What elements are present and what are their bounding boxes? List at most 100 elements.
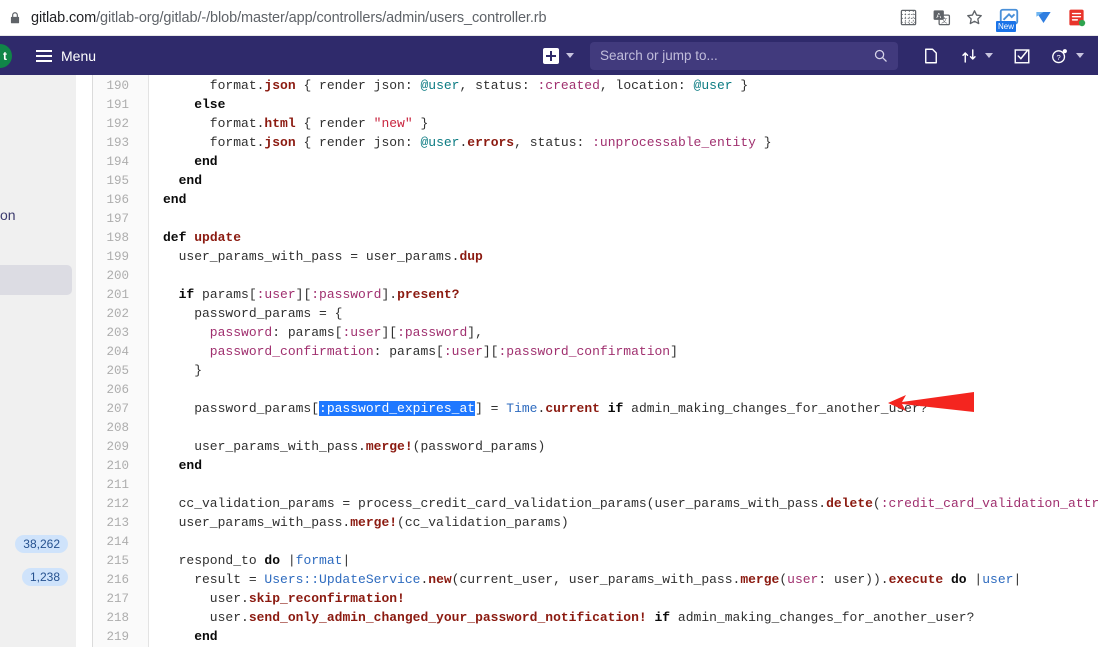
bookmark-star-icon[interactable] bbox=[965, 8, 984, 27]
code-token: end bbox=[163, 629, 218, 644]
gitlab-logo[interactable]: t bbox=[0, 44, 12, 68]
help-chevron-down-icon[interactable] bbox=[1076, 53, 1084, 58]
line-content: cc_validation_params = process_credit_ca… bbox=[141, 494, 1098, 513]
menu-hamburger-icon[interactable] bbox=[36, 49, 52, 62]
translate-extension-icon[interactable]: A 文 bbox=[932, 8, 951, 27]
line-number[interactable]: 219 bbox=[93, 628, 141, 647]
code-token: "new" bbox=[373, 116, 413, 131]
code-line[interactable]: 199 user_params_with_pass = user_params.… bbox=[93, 246, 1098, 265]
code-line[interactable]: 194 end bbox=[93, 151, 1098, 170]
code-line[interactable]: 196 end bbox=[93, 189, 1098, 208]
browser-extension-icons: A 文 New bbox=[899, 7, 1098, 32]
code-token: respond_to bbox=[163, 553, 265, 568]
code-token: password bbox=[163, 325, 273, 340]
code-line[interactable]: 217 user.skip_reconfirmation! bbox=[93, 588, 1098, 607]
code-token: html bbox=[264, 116, 296, 131]
code-line[interactable]: 204 password_confirmation: params[:user]… bbox=[93, 341, 1098, 360]
code-token: execute bbox=[888, 572, 944, 587]
code-token: ][ bbox=[482, 344, 499, 359]
code-line[interactable]: 195 end bbox=[93, 170, 1098, 189]
code-line[interactable]: 219 end bbox=[93, 626, 1098, 645]
code-token: | bbox=[287, 553, 296, 568]
code-line[interactable]: 210 end bbox=[93, 455, 1098, 474]
help-icon[interactable]: ? bbox=[1051, 47, 1069, 65]
code-token: :user bbox=[443, 344, 483, 359]
code-token: :user bbox=[256, 287, 296, 302]
code-token: :password bbox=[397, 325, 468, 340]
code-line[interactable]: 190 format.json { render json: @user, st… bbox=[93, 75, 1098, 94]
code-token: def bbox=[163, 230, 195, 245]
code-token: password_params[ bbox=[163, 401, 320, 416]
chevron-down-icon[interactable] bbox=[566, 53, 574, 58]
code-token: } bbox=[163, 363, 203, 378]
line-content: format.json { render json: @user.errors,… bbox=[141, 133, 772, 152]
create-new-button[interactable] bbox=[543, 47, 559, 64]
code-line[interactable]: 209 user_params_with_pass.merge!(passwor… bbox=[93, 436, 1098, 455]
sidebar-gap bbox=[76, 75, 92, 647]
code-line[interactable]: 205 } bbox=[93, 360, 1098, 379]
line-content: user.send_only_admin_changed_your_passwo… bbox=[141, 608, 975, 627]
code-line[interactable]: 198 def update bbox=[93, 227, 1098, 246]
address-bar[interactable]: gitlab.com/gitlab-org/gitlab/-/blob/mast… bbox=[0, 4, 899, 32]
code-token: user. bbox=[163, 610, 249, 625]
project-sidebar: on 38,262 1,238 bbox=[0, 75, 76, 647]
code-line[interactable]: 200 bbox=[93, 265, 1098, 284]
search-input[interactable] bbox=[600, 48, 873, 63]
merge-requests-icon[interactable] bbox=[960, 47, 978, 65]
line-content: password_params = { bbox=[141, 304, 342, 323]
code-line[interactable]: 216 result = Users::UpdateService.new(cu… bbox=[93, 569, 1098, 588]
code-token: if bbox=[163, 287, 203, 302]
code-line[interactable]: 192 format.html { render "new" } bbox=[93, 113, 1098, 132]
line-content: user.skip_reconfirmation! bbox=[141, 589, 405, 608]
merge-requests-chevron-down-icon[interactable] bbox=[985, 53, 993, 58]
menu-button[interactable]: Menu bbox=[61, 48, 96, 64]
code-token: (password_params) bbox=[412, 439, 546, 454]
line-content: user_params_with_pass.merge!(cc_validati… bbox=[141, 513, 569, 532]
code-line[interactable]: 214 bbox=[93, 531, 1098, 550]
svg-text:文: 文 bbox=[941, 16, 948, 25]
code-token: present? bbox=[397, 287, 460, 302]
sidebar-item-active[interactable] bbox=[0, 265, 72, 295]
search-box[interactable] bbox=[590, 41, 898, 70]
screenshot-extension-icon[interactable]: New bbox=[996, 7, 1020, 32]
code-line[interactable]: 208 bbox=[93, 417, 1098, 436]
diamond-extension-icon[interactable] bbox=[1034, 8, 1053, 27]
code-line[interactable]: 202 password_params = { bbox=[93, 303, 1098, 322]
code-line[interactable]: 203 password: params[:user][:password], bbox=[93, 322, 1098, 341]
code-line[interactable]: 197 bbox=[93, 208, 1098, 227]
code-token: do bbox=[264, 553, 288, 568]
code-token: ( bbox=[779, 572, 788, 587]
code-line[interactable]: 211 bbox=[93, 474, 1098, 493]
code-token: } bbox=[412, 116, 429, 131]
line-content: respond_to do |format| bbox=[141, 551, 351, 570]
code-token: : params[ bbox=[272, 325, 343, 340]
code-token: update bbox=[194, 230, 242, 245]
issues-icon[interactable] bbox=[922, 47, 940, 65]
code-token: user_params_with_pass. bbox=[163, 439, 366, 454]
code-token: user. bbox=[163, 591, 249, 606]
todos-icon[interactable] bbox=[1013, 47, 1031, 65]
code-token: current bbox=[545, 401, 600, 416]
code-token: params[ bbox=[202, 287, 257, 302]
code-token: admin_making_changes_for_another_user? bbox=[677, 610, 975, 625]
code-line[interactable]: 191 else bbox=[93, 94, 1098, 113]
code-token: if bbox=[646, 610, 678, 625]
code-line[interactable]: 212 cc_validation_params = process_credi… bbox=[93, 493, 1098, 512]
code-token: errors bbox=[467, 135, 515, 150]
code-line[interactable]: 193 format.json { render json: @user.err… bbox=[93, 132, 1098, 151]
code-token: user_params_with_pass. bbox=[163, 515, 351, 530]
code-line[interactable]: 218 user.send_only_admin_changed_your_pa… bbox=[93, 607, 1098, 626]
code-token: end bbox=[163, 458, 203, 473]
line-content: end bbox=[141, 456, 202, 475]
reading-list-extension-icon[interactable] bbox=[1067, 8, 1086, 27]
code-token: , status: bbox=[459, 78, 538, 93]
code-line[interactable]: 215 respond_to do |format| bbox=[93, 550, 1098, 569]
code-line[interactable]: 213 user_params_with_pass.merge!(cc_vali… bbox=[93, 512, 1098, 531]
code-content[interactable]: 190 format.json { render json: @user, st… bbox=[93, 75, 1098, 645]
code-line[interactable]: 201 if params[:user][:password].present? bbox=[93, 284, 1098, 303]
grid-extension-icon[interactable] bbox=[899, 8, 918, 27]
browser-toolbar: gitlab.com/gitlab-org/gitlab/-/blob/mast… bbox=[0, 0, 1098, 36]
sidebar-badge-issues: 38,262 bbox=[15, 535, 68, 553]
code-token: format. bbox=[163, 78, 265, 93]
code-token: user bbox=[787, 572, 819, 587]
